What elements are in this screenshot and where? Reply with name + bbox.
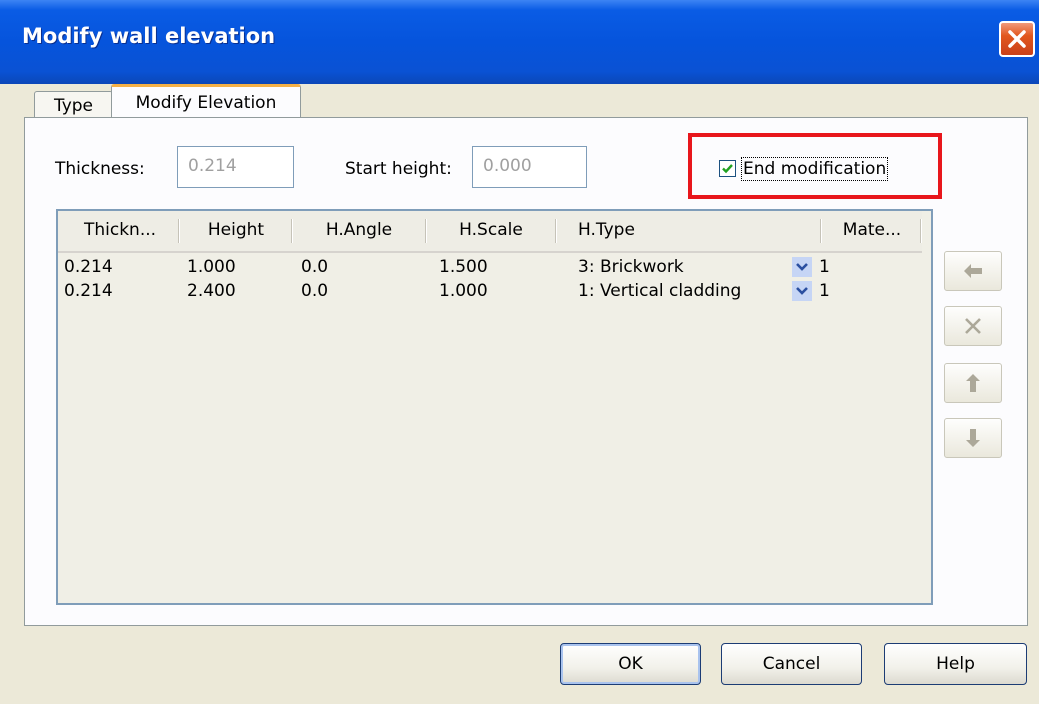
cancel-button[interactable]: Cancel <box>721 643 862 685</box>
close-button[interactable] <box>999 21 1035 57</box>
help-button[interactable]: Help <box>884 643 1027 685</box>
column-header-thickness[interactable]: Thickn... <box>66 211 174 249</box>
arrow-down-icon <box>966 429 980 447</box>
column-header-angle[interactable]: H.Angle <box>294 211 424 249</box>
cell-thickness: 0.214 <box>64 257 113 277</box>
type-dropdown-button[interactable] <box>792 281 812 301</box>
cell-thickness: 0.214 <box>64 281 113 301</box>
column-separator[interactable] <box>920 219 922 243</box>
thickness-label: Thickness: <box>55 159 145 179</box>
column-header-material[interactable]: Mate... <box>824 211 920 249</box>
window-title: Modify wall elevation <box>22 24 276 48</box>
column-header-scale[interactable]: H.Scale <box>428 211 554 249</box>
delete-x-icon <box>965 318 981 334</box>
table-row[interactable]: 0.214 1.000 0.0 1.500 3: Brickwork 1 <box>58 255 918 279</box>
cell-angle: 0.0 <box>301 281 329 301</box>
cell-angle: 0.0 <box>301 257 329 277</box>
column-separator[interactable] <box>425 219 427 243</box>
cell-height: 2.400 <box>187 281 236 301</box>
close-icon <box>1008 30 1026 48</box>
cell-material: 1 <box>819 281 830 301</box>
ok-button[interactable]: OK <box>560 643 701 685</box>
cell-type: 1: Vertical cladding <box>578 281 742 301</box>
column-separator[interactable] <box>820 219 822 243</box>
type-dropdown-button[interactable] <box>792 257 812 277</box>
column-header-height[interactable]: Height <box>182 211 290 249</box>
cell-height: 1.000 <box>187 257 236 277</box>
cell-scale: 1.000 <box>439 281 488 301</box>
column-separator[interactable] <box>178 219 180 243</box>
column-separator[interactable] <box>555 219 557 243</box>
checkmark-icon <box>722 164 733 174</box>
column-header-type[interactable]: H.Type <box>558 211 824 249</box>
end-modification-checkbox[interactable] <box>719 160 736 177</box>
title-bar: Modify wall elevation <box>0 0 1039 84</box>
insert-left-button[interactable] <box>944 251 1002 291</box>
start-height-label: Start height: <box>345 159 452 179</box>
start-height-field[interactable]: 0.000 <box>472 146 587 188</box>
arrow-up-icon <box>966 374 980 392</box>
chevron-down-icon <box>796 287 808 295</box>
column-separator[interactable] <box>291 219 293 243</box>
arrow-left-icon <box>964 264 982 278</box>
cell-material: 1 <box>819 257 830 277</box>
move-down-button[interactable] <box>944 418 1002 458</box>
tab-modify-elevation[interactable]: Modify Elevation <box>111 84 301 120</box>
table-row[interactable]: 0.214 2.400 0.0 1.000 1: Vertical claddi… <box>58 279 918 303</box>
chevron-down-icon <box>796 263 808 271</box>
grid-header: Thickn... Height H.Angle H.Scale H.Type … <box>58 211 922 253</box>
move-up-button[interactable] <box>944 363 1002 403</box>
cell-type: 3: Brickwork <box>578 257 684 277</box>
thickness-field[interactable]: 0.214 <box>177 146 294 188</box>
end-modification-label[interactable]: End modification <box>741 157 889 181</box>
elevation-grid: Thickn... Height H.Angle H.Scale H.Type … <box>56 209 933 605</box>
cell-scale: 1.500 <box>439 257 488 277</box>
delete-row-button[interactable] <box>944 306 1002 346</box>
